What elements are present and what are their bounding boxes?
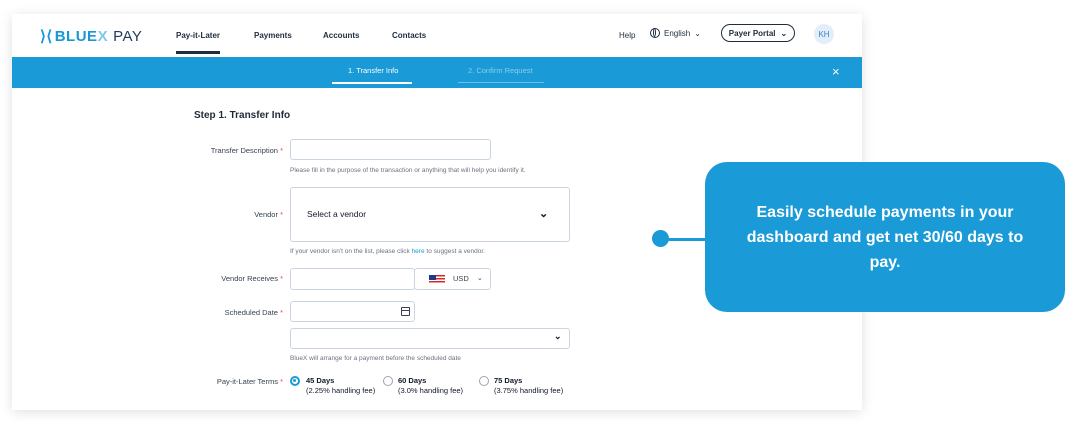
terms-45-days-option[interactable]: 45 Days (2.25% handling fee) xyxy=(306,376,375,396)
callout-dot xyxy=(652,230,669,247)
scheduled-date-label: Scheduled Date * xyxy=(224,308,283,317)
bluex-pay-logo[interactable]: ⟩⟨ BLUE X PAY xyxy=(40,27,143,46)
stepper-bar: 1. Transfer Info 2. Confirm Request × xyxy=(12,57,862,88)
suggest-vendor-link[interactable]: here xyxy=(412,248,425,255)
logo-text-x: X xyxy=(97,27,109,45)
scheduled-date-hint: BlueX will arrange for a payment before … xyxy=(290,355,461,362)
step-transfer-info: 1. Transfer Info xyxy=(348,66,399,75)
avatar[interactable]: KH xyxy=(814,24,834,44)
logo-text-blue: BLUE xyxy=(54,27,98,45)
language-selector[interactable]: English ⌄ xyxy=(650,28,701,38)
terms-75-days-option[interactable]: 75 Days (3.75% handling fee) xyxy=(494,376,563,396)
bluex-logo-icon: ⟩⟨ xyxy=(40,28,53,45)
step-inactive-indicator xyxy=(458,82,544,83)
nav-pay-it-later[interactable]: Pay-it-Later xyxy=(176,31,221,54)
step-active-indicator xyxy=(332,82,412,84)
promo-callout: Easily schedule payments in your dashboa… xyxy=(705,162,1065,312)
currency-select[interactable]: USD ⌄ xyxy=(414,268,491,290)
transfer-description-label: Transfer Description * xyxy=(210,146,283,155)
chevron-down-icon: ⌄ xyxy=(780,28,788,38)
us-flag-icon xyxy=(429,275,445,284)
step-confirm-request: 2. Confirm Request xyxy=(468,66,533,75)
nav-accounts[interactable]: Accounts xyxy=(323,31,359,40)
callout-text: Easily schedule payments in your dashboa… xyxy=(746,203,1024,271)
scheduled-date-input[interactable] xyxy=(290,301,415,322)
chevron-down-icon: ⌄ xyxy=(477,275,483,282)
currency-label: USD xyxy=(453,274,469,283)
vendor-receives-label: Vendor Receives * xyxy=(221,274,283,283)
vendor-placeholder: Select a vendor xyxy=(307,209,367,219)
nav-payments[interactable]: Payments xyxy=(254,31,292,40)
transfer-description-hint: Please fill in the purpose of the transa… xyxy=(290,167,526,174)
payer-portal-button[interactable]: Payer Portal ⌄ xyxy=(721,24,795,42)
close-icon[interactable]: × xyxy=(832,64,840,79)
terms-75-days-radio[interactable] xyxy=(479,376,489,386)
page-title: Step 1. Transfer Info xyxy=(194,110,291,121)
nav-contacts[interactable]: Contacts xyxy=(392,31,426,40)
vendor-hint: If your vendor isn't on the list, please… xyxy=(290,248,485,255)
help-link[interactable]: Help xyxy=(619,31,635,40)
vendor-select[interactable]: Select a vendor ⌄ xyxy=(290,187,570,242)
top-navigation: ⟩⟨ BLUE X PAY Pay-it-Later Payments Acco… xyxy=(12,14,862,57)
chevron-down-icon: ⌄ xyxy=(694,28,701,38)
logo-text-pay: PAY xyxy=(113,27,143,45)
globe-icon xyxy=(650,28,660,38)
payer-portal-label: Payer Portal xyxy=(728,28,776,38)
chevron-down-icon: ⌄ xyxy=(539,208,549,220)
chevron-down-icon: ⌄ xyxy=(554,331,562,341)
vendor-receives-amount-input[interactable] xyxy=(290,268,415,290)
pay-it-later-terms-label: Pay-it-Later Terms * xyxy=(216,377,283,386)
scheduled-date-select[interactable]: ⌄ xyxy=(290,328,570,349)
language-label: English xyxy=(664,28,691,38)
terms-60-days-option[interactable]: 60 Days (3.0% handling fee) xyxy=(398,376,463,396)
terms-45-days-radio[interactable] xyxy=(290,376,300,386)
calendar-icon[interactable] xyxy=(401,307,410,316)
transfer-description-input[interactable] xyxy=(290,139,491,160)
vendor-label: Vendor * xyxy=(254,210,283,219)
terms-60-days-radio[interactable] xyxy=(383,376,393,386)
